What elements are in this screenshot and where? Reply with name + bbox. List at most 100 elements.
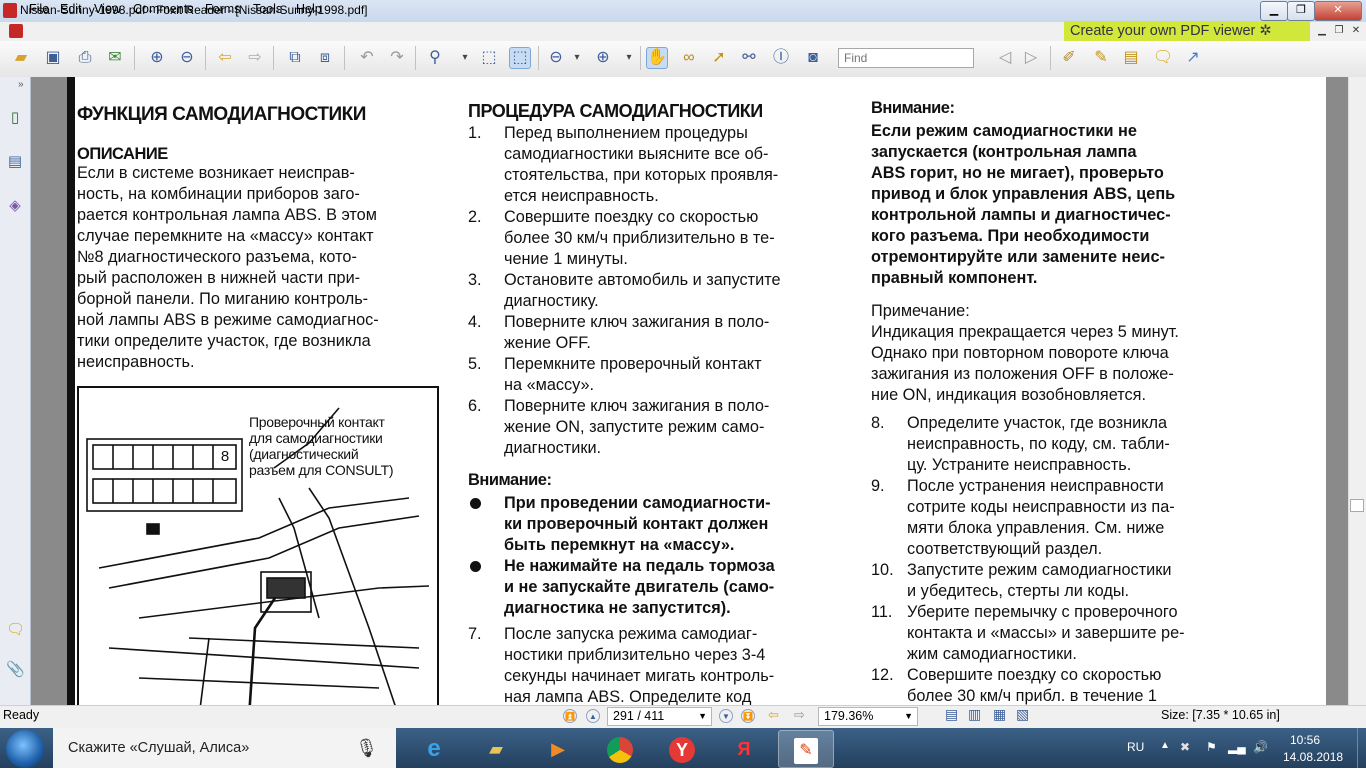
comment-tool-icon[interactable]: ✐ [1058,47,1080,69]
fit-width-icon[interactable]: ⬚ [509,47,531,69]
snapshot-icon[interactable]: ◙ [802,47,824,69]
zoom-out-icon[interactable]: ⊖ [545,47,567,69]
previous-page-icon[interactable]: ⊕ [146,47,168,69]
language-indicator[interactable]: RU [1127,740,1144,754]
zoom-dropdown-icon[interactable]: ▾ [454,47,476,69]
comments-panel-icon[interactable]: 🗨 [6,620,25,640]
email-icon[interactable]: ✉ [104,47,126,69]
attachments-icon[interactable]: 📎 [6,660,25,680]
menu-tools[interactable]: Tools [253,2,282,16]
doc-restore-button[interactable]: ❐ [1332,24,1346,38]
menu-forms[interactable]: Forms [205,2,240,16]
select-text-icon[interactable]: ∞ [678,47,700,69]
forward-arrow-icon[interactable]: ⇨ [244,47,266,69]
last-page-icon[interactable]: ⏬ [741,709,755,723]
continuous-facing-icon[interactable]: ▧ [1016,706,1029,723]
save-icon[interactable]: ▣ [42,47,64,69]
tray-expand-icon[interactable]: ▲ [1160,740,1170,751]
promo-text: Create your own PDF viewer [1070,23,1256,39]
text-box-icon[interactable]: ▤ [1120,47,1142,69]
media-player-icon[interactable]: ▶ [530,730,586,768]
internet-explorer-icon[interactable]: e [406,730,462,768]
find-previous-icon[interactable]: ◁ [994,47,1016,69]
zoom-out-dropdown-icon[interactable]: ▾ [566,47,588,69]
foxit-reader-taskbar-icon[interactable]: ✎ [778,730,834,768]
file-explorer-icon[interactable]: ▰ [468,730,524,768]
next-view-icon[interactable]: ⇨ [794,707,805,723]
zoom-text: 179.36% [824,709,874,723]
zoom-in-icon[interactable]: ⊕ [592,47,614,69]
show-desktop-button[interactable] [1357,728,1366,768]
zoom-in-dropdown-icon[interactable]: ▾ [618,47,640,69]
menu-help[interactable]: Help [296,2,322,16]
microphone-icon[interactable]: 🎙 [355,728,378,768]
find-text-icon[interactable]: ⚯ [738,47,760,69]
bookmarks-icon[interactable]: ▤ [6,152,24,172]
document-view[interactable]: ФУНКЦИЯ САМОДИАГНОСТИКИ ОПИСАНИЕ Если в … [31,77,1348,705]
next-page-icon[interactable]: ⊖ [176,47,198,69]
clock-date[interactable]: 14.08.2018 [1283,750,1343,764]
expand-panel-icon[interactable]: » [18,79,24,90]
hand-tool-icon[interactable]: ✋ [646,47,668,69]
yandex-browser-icon[interactable]: Y [654,730,710,768]
document-icon[interactable] [9,24,23,38]
pages-icon[interactable]: ▯ [6,108,24,128]
fit-page-icon[interactable]: ⬚ [478,47,500,69]
promo-banner[interactable]: Create your own PDF viewer ✲ [1064,21,1310,41]
maximize-button[interactable]: ❐ [1287,1,1315,21]
single-page-icon[interactable]: ▤ [945,706,958,723]
prev-page-icon[interactable]: ▲ [586,709,600,723]
text-line: Перемкните проверочный контакт [504,355,762,373]
continuous-icon[interactable]: ▥ [968,706,981,723]
page-number-field[interactable]: 291 / 411 ▼ [607,707,712,726]
pin-8-label: 8 [220,448,230,465]
facing-icon[interactable]: ▦ [993,706,1006,723]
insert-page-icon[interactable]: ⧉ [284,47,306,69]
find-next-icon[interactable]: ▷ [1020,47,1042,69]
chrome-icon[interactable] [592,730,648,768]
note-icon[interactable]: 🗨 [1152,47,1174,69]
signal-icon[interactable]: ▂▄ [1228,740,1246,754]
network-icon[interactable]: ✖ [1180,740,1190,754]
menu-file[interactable]: File [29,2,49,16]
open-folder-icon[interactable]: ▰ [10,47,32,69]
zoom-icon[interactable]: ⚲ [424,47,446,69]
select-annotation-icon[interactable]: ➚ [708,47,730,69]
next-page-icon[interactable]: ▼ [719,709,733,723]
back-arrow-icon[interactable]: ⇦ [214,47,236,69]
layers-icon[interactable]: ◈ [6,196,24,216]
minimize-button[interactable]: ▁ [1260,1,1288,21]
text-line: ность, на комбинации приборов заго- [77,185,360,203]
volume-icon[interactable]: 🔊 [1253,740,1268,754]
text-line: ная лампа ABS. Определите код [504,688,752,705]
clock-time[interactable]: 10:56 [1290,733,1320,747]
flag-icon[interactable]: ⚑ [1206,740,1217,754]
redo-icon[interactable]: ↷ [386,47,408,69]
typewriter-icon[interactable]: Ⓘ [770,47,792,69]
doc-close-button[interactable]: ✕ [1349,24,1363,38]
menu-view[interactable]: View [94,2,121,16]
start-button[interactable] [6,730,44,768]
alice-search[interactable]: Скажите «Слушай, Алиса» 🎙 [53,728,396,768]
prev-view-icon[interactable]: ⇦ [768,707,779,723]
doc-minimize-button[interactable]: ▁ [1315,24,1329,38]
find-input[interactable] [838,48,974,68]
section-title-mid: ПРОЦЕДУРА САМОДИАГНОСТИКИ [468,101,763,121]
close-button[interactable]: ✕ [1314,1,1362,21]
scrollbar-thumb[interactable] [1350,499,1364,512]
print-icon[interactable]: ⎙ [74,47,96,69]
first-page-icon[interactable]: ⏫ [563,709,577,723]
yandex-icon[interactable]: Я [716,730,772,768]
foxit-app-icon[interactable] [3,3,17,18]
menu-comments[interactable]: Comments [133,2,193,16]
arrow-tool-icon[interactable]: ↗ [1182,47,1204,69]
zoom-field[interactable]: 179.36% ▼ [818,707,918,726]
extract-page-icon[interactable]: ⧈ [314,47,336,69]
menu-edit[interactable]: Edit [60,2,82,16]
text-line: стоятельства, при которых проявля- [504,166,779,184]
text-line: неисправность. [77,353,195,371]
vertical-scrollbar[interactable] [1348,77,1366,705]
undo-icon[interactable]: ↶ [356,47,378,69]
text-line: правный компонент. [871,269,1038,287]
pencil-icon[interactable]: ✎ [1090,47,1112,69]
